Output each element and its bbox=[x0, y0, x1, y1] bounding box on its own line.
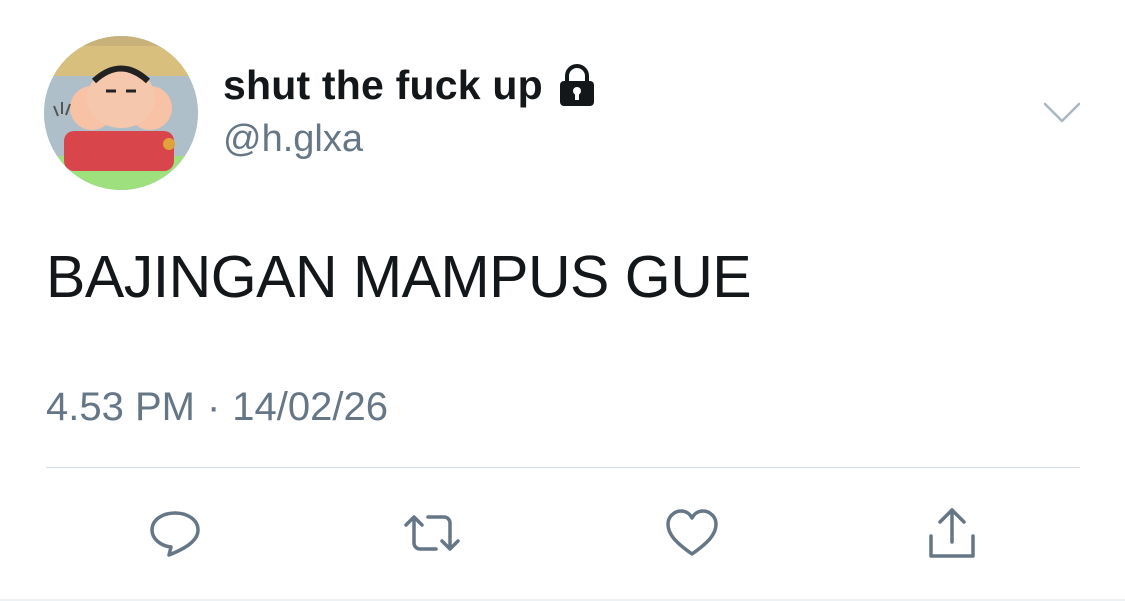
chevron-down-icon[interactable] bbox=[1042, 100, 1082, 126]
timestamp-separator: · bbox=[206, 385, 221, 429]
lock-icon bbox=[557, 63, 597, 108]
speech-bubble-icon bbox=[147, 505, 203, 566]
display-name-row: shut the fuck up bbox=[223, 62, 597, 109]
like-button[interactable] bbox=[657, 500, 727, 570]
tweet-card: shut the fuck up @h.glxa BAJINGAN MAMPUS… bbox=[0, 0, 1125, 601]
action-bar bbox=[0, 500, 1125, 570]
divider bbox=[46, 467, 1080, 468]
timestamp[interactable]: 4.53 PM · 14/02/26 bbox=[46, 385, 388, 430]
reply-button[interactable] bbox=[140, 500, 210, 570]
username[interactable]: @h.glxa bbox=[223, 118, 363, 161]
tweet-text: BAJINGAN MAMPUS GUE bbox=[46, 244, 752, 310]
share-button[interactable] bbox=[917, 500, 987, 570]
retweet-icon bbox=[400, 505, 464, 566]
display-name[interactable]: shut the fuck up bbox=[223, 62, 543, 109]
share-icon bbox=[923, 504, 981, 567]
tweet-date: 14/02/26 bbox=[232, 385, 388, 429]
heart-icon bbox=[663, 506, 721, 565]
retweet-button[interactable] bbox=[397, 500, 467, 570]
avatar[interactable] bbox=[44, 36, 198, 190]
tweet-time: 4.53 PM bbox=[46, 385, 195, 429]
avatar-image bbox=[44, 36, 198, 190]
